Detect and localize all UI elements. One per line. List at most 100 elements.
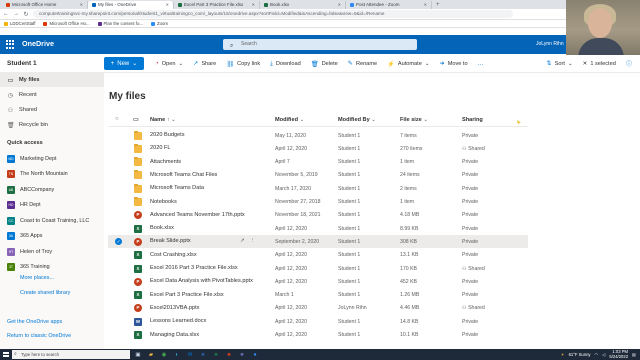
command-delete[interactable]: 🗑 Delete: [306, 60, 343, 68]
file-explorer-icon[interactable]: ▰: [146, 349, 156, 360]
row-checkbox[interactable]: [115, 332, 122, 339]
word-icon[interactable]: ■: [198, 349, 208, 360]
file-name[interactable]: Book.xlsx: [150, 225, 174, 231]
file-row[interactable]: X Book.xlsx April 12, 2020 Student 1 8.99 KB…: [108, 222, 528, 235]
file-row[interactable]: X Excel 2016 Part 3 Practice File.xlsx Apr…: [108, 262, 528, 275]
file-row[interactable]: P Excel Data Analysis with PivotTables.pp…: [108, 275, 528, 288]
reload-icon[interactable]: ↻: [23, 11, 29, 18]
row-checkbox[interactable]: [115, 278, 122, 285]
file-name[interactable]: Cost Crashing.xlsx: [150, 252, 197, 258]
volume-icon[interactable]: ◁: [602, 352, 605, 357]
browser-tab[interactable]: My files - OneDrive ✕: [88, 1, 174, 9]
sidebar-item-my-files[interactable]: ▭ My files: [0, 73, 104, 87]
new-button[interactable]: + New ⌄: [104, 57, 144, 70]
column-name[interactable]: Name ↑ ⌄: [150, 117, 176, 123]
column-sharing[interactable]: Sharing: [462, 117, 483, 123]
file-row[interactable]: X Cost Crashing.xlsx April 12, 2020 Student…: [108, 249, 528, 262]
row-checkbox[interactable]: [115, 172, 122, 179]
row-checkbox[interactable]: [115, 159, 122, 166]
taskbar-search-input[interactable]: ⌕ Type here to search: [12, 350, 130, 359]
more-icon[interactable]: ⋮: [250, 238, 261, 244]
file-name[interactable]: Microsoft Teams Data: [150, 185, 204, 191]
selection-count-button[interactable]: ✕ 1 selected: [578, 61, 621, 67]
close-icon[interactable]: ✕: [338, 1, 341, 9]
folder-row[interactable]: Microsoft Teams Data March 17, 2020 Studen…: [108, 182, 528, 195]
app-brand[interactable]: OneDrive: [22, 39, 54, 48]
command-move[interactable]: ➜ Move to: [435, 60, 473, 67]
chrome-icon[interactable]: ◉: [159, 349, 169, 360]
row-checkbox[interactable]: [115, 292, 122, 299]
share-icon[interactable]: ↗: [240, 238, 250, 244]
row-checkbox[interactable]: [115, 225, 122, 232]
browser-tab[interactable]: Excel Part 3 Practice File.xlsx ✕: [174, 1, 260, 9]
row-checkbox[interactable]: [115, 318, 122, 325]
row-checkbox[interactable]: [115, 132, 122, 139]
url-input[interactable]: computertrainingsvc-my.sharepoint.com/pe…: [33, 10, 513, 18]
file-name[interactable]: Excel Part 3 Practice File.xlsx: [150, 292, 224, 298]
browser-tab[interactable]: Microsoft Office Home ✕: [2, 1, 88, 9]
file-row[interactable]: P Excel2013VBA.pptx April 12, 2020 JoLynn R…: [108, 302, 528, 315]
more-places-link[interactable]: More places...: [20, 275, 54, 281]
file-row[interactable]: X Excel Part 3 Practice File.xlsx March 1 S…: [108, 289, 528, 302]
forward-icon[interactable]: →: [13, 11, 19, 17]
file-name[interactable]: Managing Data.xlsx: [150, 332, 199, 338]
get-onedrive-apps-link[interactable]: Get the OneDrive apps: [7, 319, 62, 325]
file-name[interactable]: Notebooks: [150, 199, 177, 205]
quick-access-item[interactable]: HT Helen of Troy: [0, 245, 104, 258]
quick-access-item[interactable]: MD Marketing Dept: [0, 152, 104, 165]
file-name[interactable]: Microsoft Teams Chat Files: [150, 172, 217, 178]
command-automate[interactable]: ⚡ Automate ⌄: [382, 60, 434, 68]
weather-status[interactable]: 61°F Sunny: [569, 352, 591, 357]
file-name[interactable]: 2020 FL: [150, 145, 171, 151]
windows-start-icon[interactable]: [0, 349, 12, 360]
return-classic-link[interactable]: Return to classic OneDrive: [7, 333, 71, 339]
command-more[interactable]: …: [473, 60, 489, 67]
select-all-checkbox[interactable]: ○: [115, 116, 119, 122]
task-view-icon[interactable]: ▣: [133, 349, 143, 360]
command-open[interactable]: ◔ Open ⌄: [150, 60, 188, 67]
file-name[interactable]: Excel2013VBA.pptx: [150, 305, 199, 311]
quick-access-item[interactable]: 3A 365 Apps: [0, 230, 104, 243]
row-checkbox[interactable]: [115, 265, 122, 272]
column-modified[interactable]: Modified ⌄: [275, 117, 304, 123]
quick-access-item[interactable]: HD HR Dept: [0, 199, 104, 212]
file-name[interactable]: Excel 2016 Part 3 Practice File.xlsx: [150, 265, 238, 271]
file-row[interactable]: ✓ P Break Slide.pptx ↗⋮ September 2, 2020 Stu…: [108, 235, 528, 249]
close-icon[interactable]: ✕: [424, 1, 427, 9]
close-icon[interactable]: ✕: [166, 1, 169, 9]
folder-row[interactable]: Attachments April 7 Student 1 1 item Private: [108, 156, 528, 169]
bookmark-item[interactable]: Plan the content fo...: [97, 21, 143, 26]
back-icon[interactable]: ←: [3, 11, 9, 17]
quick-access-item[interactable]: AB ABCCompany: [0, 183, 104, 196]
command-link[interactable]: ⛓ Copy link: [221, 60, 265, 68]
outlook-icon[interactable]: ✉: [185, 349, 195, 360]
row-checkbox[interactable]: [115, 185, 122, 192]
create-shared-library-link[interactable]: Create shared library: [20, 290, 70, 296]
folder-row[interactable]: 2020 FL April 12, 2020 Student 1 270 items ⚇…: [108, 142, 528, 155]
row-checkbox[interactable]: [115, 199, 122, 206]
file-name[interactable]: Advanced Teams November 17th.pptx: [150, 212, 245, 218]
file-name[interactable]: 2020 Budgets: [150, 132, 185, 138]
bookmark-item[interactable]: Microsoft Office Ho...: [43, 21, 90, 26]
bookmark-item[interactable]: LDDCertStaff: [4, 21, 35, 26]
excel-icon[interactable]: ■: [211, 349, 221, 360]
file-row[interactable]: P Advanced Teams November 17th.pptx Novemb…: [108, 209, 528, 222]
zoom-icon[interactable]: ●: [250, 349, 260, 360]
close-icon[interactable]: ✕: [80, 1, 83, 9]
file-type-icon[interactable]: ▭: [133, 116, 139, 123]
sidebar-item-shared[interactable]: ⚇ Shared: [0, 103, 104, 117]
file-name[interactable]: Lessons Learned.docx: [150, 318, 206, 324]
folder-row[interactable]: 2020 Budgets May 11, 2020 Student 1 7 items…: [108, 129, 528, 142]
checked-checkbox-icon[interactable]: ✓: [115, 238, 122, 246]
network-icon[interactable]: ◠: [595, 352, 599, 357]
bookmark-item[interactable]: Zoom: [150, 21, 168, 26]
app-launcher-icon[interactable]: [6, 40, 15, 49]
quick-access-item[interactable]: 3T 365 Training: [0, 261, 104, 274]
row-checkbox[interactable]: [115, 305, 122, 312]
sort-button[interactable]: ⇅ Sort ⌄: [541, 60, 577, 67]
new-tab-button[interactable]: +: [432, 1, 440, 9]
row-checkbox[interactable]: [115, 145, 122, 152]
folder-row[interactable]: Notebooks November 27, 2018 Student 1 1 ite…: [108, 196, 528, 209]
file-name[interactable]: Attachments: [150, 159, 181, 165]
row-checkbox[interactable]: [115, 252, 122, 259]
